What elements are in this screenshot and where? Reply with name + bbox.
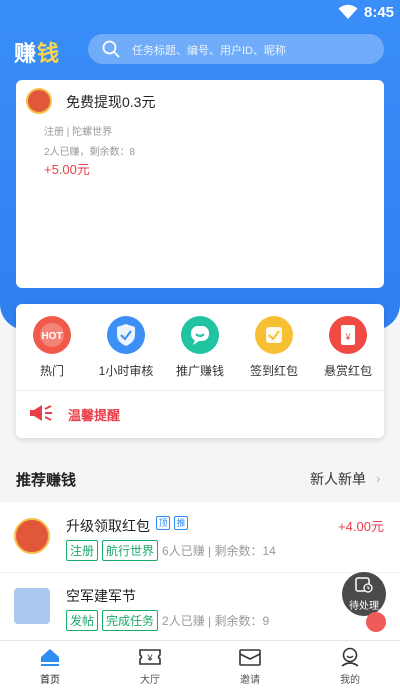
status-bar: 8:45 (0, 0, 400, 26)
svg-text:¥: ¥ (344, 332, 351, 342)
tab-label: 我的 (340, 675, 360, 686)
divider (16, 390, 384, 391)
recommend-list: 升级领取红包 顶 推 +4.00元 注册 航行世界 6人已赚 | 剩余数：14 空军… (0, 502, 400, 642)
tab-label: 邀请 (240, 675, 260, 686)
notice-text: 温馨提醒 (68, 408, 121, 423)
tab-home[interactable]: 首页 (20, 647, 80, 686)
pending-float-button[interactable]: 待处理 (342, 572, 386, 616)
category-chip: 发帖 (66, 610, 99, 631)
task-chips: 注册 航行世界 6人已赚 | 剩余数：14 (66, 540, 276, 561)
app-logo: 赚钱 (14, 41, 61, 66)
red-packet-badge[interactable] (366, 612, 386, 632)
status-time: 8:45 (364, 4, 395, 21)
task-thumbnail (14, 518, 50, 554)
task-avatar (26, 88, 52, 114)
task-thumbnail (14, 588, 50, 624)
megaphone-icon (30, 405, 52, 421)
task-title: 升级领取红包 (66, 518, 150, 534)
tab-hall[interactable]: ¥ 大厅 (120, 647, 180, 686)
featured-task-reward: +5.00元 (44, 162, 90, 177)
task-chips: 发帖 完成任务 2人已赚 | 剩余数：9 (66, 610, 269, 631)
list-item[interactable]: 空军建军节 +2 发帖完成任务2人已赚 | 剩余数：9 (0, 572, 400, 642)
tab-invite[interactable]: 邀请 (220, 647, 280, 686)
mail-icon (239, 649, 261, 666)
tab-label: 首页 (40, 675, 60, 686)
task-stat: 6人已赚 | 剩余数：14 (162, 544, 276, 558)
home-icon (41, 649, 59, 666)
recommend-tag: 推 (174, 516, 188, 530)
task-title: 空军建军节 (66, 588, 136, 604)
tab-label: 大厅 (140, 675, 160, 686)
shield-check-icon (107, 316, 145, 354)
svg-text:¥: ¥ (146, 653, 153, 663)
section-title: 推荐赚钱 (16, 472, 77, 489)
featured-task-card[interactable]: 免费提现0.3元 注册 | 陀螺世界 2人已赚，剩余数：8 +5.00元 (16, 80, 384, 288)
quick-item-label: 1小时审核 (98, 364, 154, 378)
quick-item-promote[interactable]: 推广赚钱 (168, 316, 232, 379)
chevron-right-icon[interactable]: › (376, 470, 381, 486)
featured-task-title: 免费提现0.3元 (66, 94, 156, 110)
quick-item-label: 悬赏红包 (323, 364, 372, 378)
category-chip: 注册 (66, 540, 99, 561)
pin-tag: 顶 (156, 516, 170, 530)
search-placeholder: 任务标题、编号、用户ID、昵称 (132, 45, 286, 57)
featured-task-meta: 注册 | 陀螺世界 (44, 127, 113, 138)
quick-item-label: 签到红包 (249, 364, 298, 378)
quick-item-bounty[interactable]: ¥ 悬赏红包 (316, 316, 380, 379)
user-icon (341, 647, 359, 667)
quick-item-label: 热门 (39, 364, 64, 378)
quick-item-label: 推广赚钱 (175, 364, 224, 378)
quick-item-fast-review[interactable]: 1小时审核 (94, 316, 158, 379)
action-chip: 完成任务 (102, 610, 159, 631)
search-bar[interactable]: 任务标题、编号、用户ID、昵称 (88, 34, 384, 64)
list-item[interactable]: 升级领取红包 顶 推 +4.00元 注册 航行世界 6人已赚 | 剩余数：14 (0, 502, 400, 573)
quick-item-hot[interactable]: HOT 热门 (20, 316, 84, 379)
featured-task-progress: 2人已赚，剩余数：8 (44, 147, 136, 158)
wifi-icon (338, 4, 358, 19)
tab-mine[interactable]: 我的 (320, 647, 380, 686)
newbie-link[interactable]: 新人新单 (310, 469, 366, 489)
ticket-icon: ¥ (139, 649, 161, 665)
checkin-icon (255, 316, 293, 354)
chat-smile-icon (181, 316, 219, 354)
svg-text:HOT: HOT (41, 331, 62, 342)
pending-icon (355, 577, 373, 593)
quick-item-checkin[interactable]: 签到红包 (242, 316, 306, 379)
quick-menu: HOT 热门 1小时审核 推广赚钱 签到红包 ¥ 悬赏红包 温馨提醒 (16, 304, 384, 438)
recommend-header: 推荐赚钱 新人新单 › (0, 462, 400, 492)
pending-label: 待处理 (349, 601, 379, 612)
app-chip: 航行世界 (102, 540, 159, 561)
search-icon (102, 40, 120, 58)
task-reward: +4.00元 (338, 519, 384, 534)
hot-icon: HOT (33, 316, 71, 354)
bottom-tab-bar: 首页 ¥ 大厅 邀请 我的 (0, 640, 400, 690)
task-stat: 2人已赚 | 剩余数：9 (162, 614, 270, 628)
red-envelope-icon: ¥ (329, 316, 367, 354)
